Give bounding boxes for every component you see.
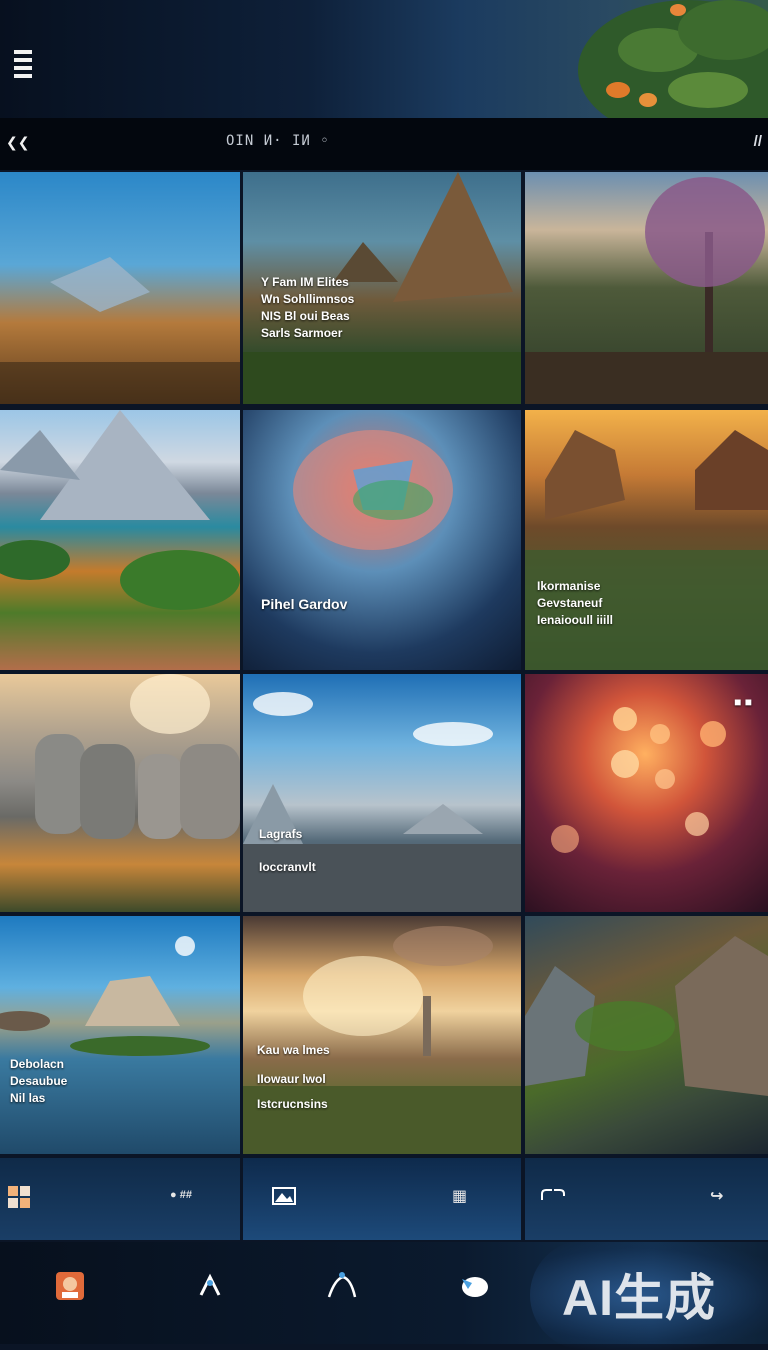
gallery-tile[interactable]: Pihel Gardov xyxy=(243,410,521,670)
abstract-swirl-image xyxy=(293,430,453,550)
gallery-tile[interactable] xyxy=(525,916,768,1154)
back-chevron-icon[interactable]: ❮❮ xyxy=(6,134,29,150)
gallery-tile[interactable]: ■ ■ xyxy=(525,674,768,912)
gallery-tile[interactable] xyxy=(525,172,768,404)
gallery-tile[interactable]: Debolacn Desaubue Nil las xyxy=(0,916,240,1154)
toolbar-title: OIN И· IИ ◦ xyxy=(226,133,330,149)
gallery-tile[interactable] xyxy=(0,674,240,912)
tree-image xyxy=(525,177,768,404)
tile-caption: Kau wa lmes IIowaur lwol Istcrucnsins xyxy=(257,1043,330,1111)
rock-formation-image xyxy=(35,674,240,839)
island-image xyxy=(0,936,210,1056)
gallery-tile[interactable]: Ikormanise Gevstaneuf Ienaiooull iiill xyxy=(525,410,768,670)
tile-caption: Ikormanise Gevstaneuf Ienaiooull iiill xyxy=(537,579,614,627)
bokeh-lights-image xyxy=(551,707,726,853)
action-panel xyxy=(0,1158,240,1240)
mountain-image xyxy=(0,257,240,404)
gallery-tile[interactable]: Kau wa lmes IIowaur lwol Istcrucnsins xyxy=(243,916,521,1154)
image-icon[interactable] xyxy=(272,1187,296,1209)
coastal-city-image xyxy=(243,692,521,912)
toolbar-right-label[interactable]: // xyxy=(754,133,762,150)
foliage-decoration xyxy=(578,0,768,118)
notifications-icon[interactable] xyxy=(455,1266,495,1306)
tile-caption: ■ ■ xyxy=(734,695,752,709)
tile-caption: Debolacn Desaubue Nil las xyxy=(10,1057,68,1105)
gallery-tile[interactable] xyxy=(0,172,240,404)
link-icon[interactable] xyxy=(540,1186,566,1208)
action-label[interactable]: ↪ xyxy=(710,1186,723,1206)
mountain-lake-image xyxy=(0,410,240,610)
profile-avatar-icon[interactable] xyxy=(50,1266,90,1306)
explore-icon[interactable] xyxy=(190,1266,230,1306)
tile-caption: Pihel Gardov xyxy=(261,596,348,612)
gallery-tile[interactable]: Y Fam IM Elites Wn Sohllimnsos NIS Bl ou… xyxy=(243,172,521,404)
grid-icon[interactable] xyxy=(8,1186,30,1212)
app-header xyxy=(0,0,768,118)
hamburger-menu-icon[interactable] xyxy=(14,50,32,78)
toolbar xyxy=(0,118,768,170)
action-label: ● ## xyxy=(170,1189,192,1201)
action-label[interactable]: ▦ xyxy=(452,1186,467,1206)
canyon-image xyxy=(525,430,768,670)
rocky-cliffs-image xyxy=(525,936,768,1096)
create-icon[interactable] xyxy=(322,1266,362,1306)
tile-caption: Lagrafs Ioccranvlt xyxy=(259,827,316,874)
gallery-tile[interactable]: Lagrafs Ioccranvlt xyxy=(243,674,521,912)
ai-generated-watermark: AI生成 xyxy=(562,1270,716,1326)
sunlit-valley-image xyxy=(243,926,521,1154)
tile-caption: Y Fam IM Elites Wn Sohllimnsos NIS Bl ou… xyxy=(261,275,355,340)
gallery-tile[interactable] xyxy=(0,410,240,670)
